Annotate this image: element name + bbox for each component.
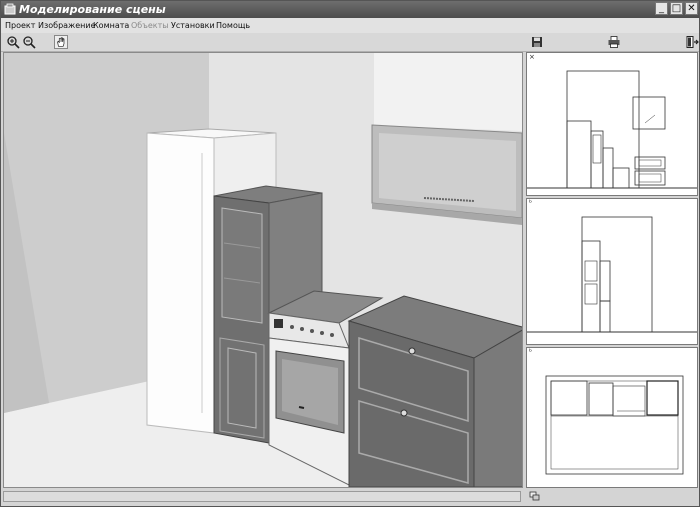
viewport-marker: × [529, 53, 535, 61]
base-cabinet-drawers [347, 295, 522, 487]
wall-cabinet [371, 124, 522, 225]
menu-bar: Проект Изображение Комната Объекты Устан… [1, 18, 699, 33]
menu-project[interactable]: Проект [5, 20, 35, 31]
menu-objects[interactable]: Объекты [131, 20, 169, 31]
status-bar [3, 490, 697, 504]
kitchen-3d-scene [4, 53, 522, 487]
perspective-viewport[interactable] [3, 52, 523, 488]
print-icon[interactable] [607, 35, 621, 49]
app-window: Моделирование сцены _ □ ✕ Проект Изображ… [0, 0, 700, 507]
menu-image[interactable]: Изображение [38, 20, 96, 31]
menu-settings[interactable]: Установки [171, 20, 215, 31]
plan-view-drawing [545, 375, 684, 475]
zoom-in-icon[interactable] [6, 35, 20, 49]
side-elevation-viewport[interactable]: ᵇ [526, 198, 698, 345]
menu-room[interactable]: Комната [93, 20, 129, 31]
hand-pan-icon[interactable] [54, 35, 68, 49]
back-wall-light [374, 53, 522, 131]
window-title: Моделирование сцены [19, 3, 166, 16]
plan-view-viewport[interactable]: ᵇ [526, 347, 698, 488]
maximize-button[interactable]: □ [670, 2, 683, 15]
front-elevation-drawing [527, 70, 697, 189]
side-elevation-drawing [527, 216, 697, 333]
app-icon [4, 3, 16, 15]
viewport-marker: ᵇ [529, 199, 532, 207]
close-button[interactable]: ✕ [685, 2, 698, 15]
title-bar[interactable]: Моделирование сцены _ □ ✕ [1, 1, 699, 18]
zoom-out-icon[interactable] [22, 35, 36, 49]
front-elevation-viewport[interactable]: × [526, 52, 698, 196]
minimize-button[interactable]: _ [655, 2, 668, 15]
viewport-marker: ᵇ [529, 348, 532, 356]
status-field [3, 491, 521, 502]
save-disk-icon[interactable] [530, 35, 544, 49]
toolbar [1, 33, 699, 52]
menu-help[interactable]: Помощь [216, 20, 250, 31]
exit-icon[interactable] [685, 35, 699, 49]
windows-cascade-icon[interactable] [529, 491, 540, 502]
